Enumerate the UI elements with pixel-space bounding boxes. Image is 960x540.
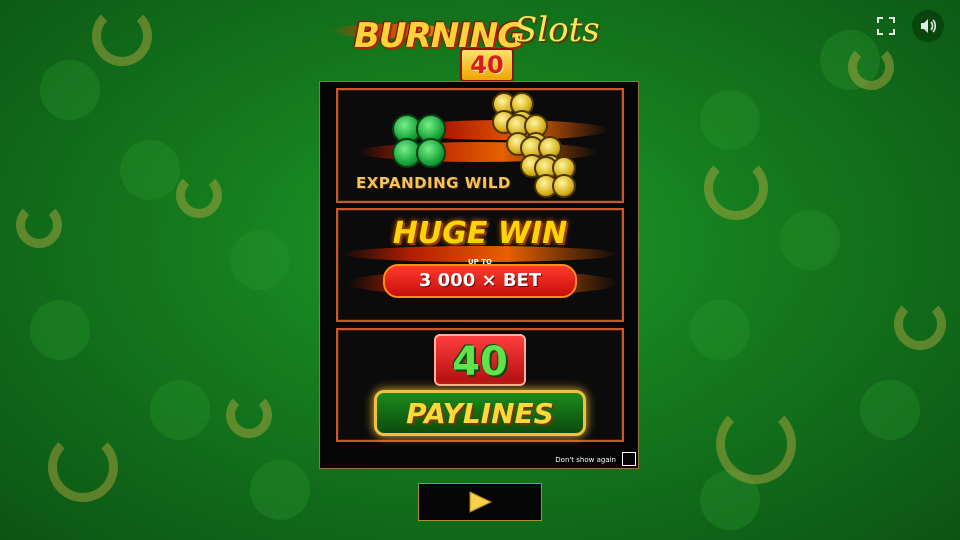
horseshoe-icon (848, 44, 894, 90)
dont-show-again-checkbox[interactable] (622, 452, 636, 466)
horseshoe-icon (716, 404, 796, 484)
paylines-number: 40 (434, 334, 526, 386)
logo-badge: 40 (460, 48, 514, 82)
expanding-wild-card: EXPANDING WILD (336, 88, 624, 203)
paylines-label: PAYLINES (374, 390, 586, 436)
play-button[interactable] (418, 483, 542, 521)
speaker-icon (921, 19, 937, 33)
game-logo: BURNING Slots 40 (330, 6, 620, 82)
dont-show-again-label: Don't show again (555, 456, 616, 464)
huge-win-title: HUGE WIN (392, 216, 568, 251)
horseshoe-icon (176, 172, 222, 218)
green-clover-icon (390, 112, 446, 168)
gold-clover-icon (532, 154, 576, 198)
horseshoe-icon (16, 202, 62, 248)
horseshoe-icon (704, 156, 768, 220)
play-icon (469, 491, 493, 513)
horseshoe-icon (48, 432, 118, 502)
logo-subtitle: Slots (514, 10, 600, 50)
huge-win-card: HUGE WIN UP TO 3 000 × BET (336, 208, 624, 322)
paylines-card: 40 PAYLINES (336, 328, 624, 442)
expanding-wild-label: EXPANDING WILD (356, 174, 511, 192)
fullscreen-icon (877, 17, 895, 35)
horseshoe-icon (894, 298, 946, 350)
intro-panel: EXPANDING WILD HUGE WIN UP TO 3 000 × BE… (319, 81, 639, 469)
horseshoe-icon (226, 392, 272, 438)
max-win-value: 3 000 × BET (383, 264, 577, 298)
fullscreen-button[interactable] (870, 10, 902, 42)
horseshoe-icon (92, 6, 152, 66)
sound-button[interactable] (912, 10, 944, 42)
